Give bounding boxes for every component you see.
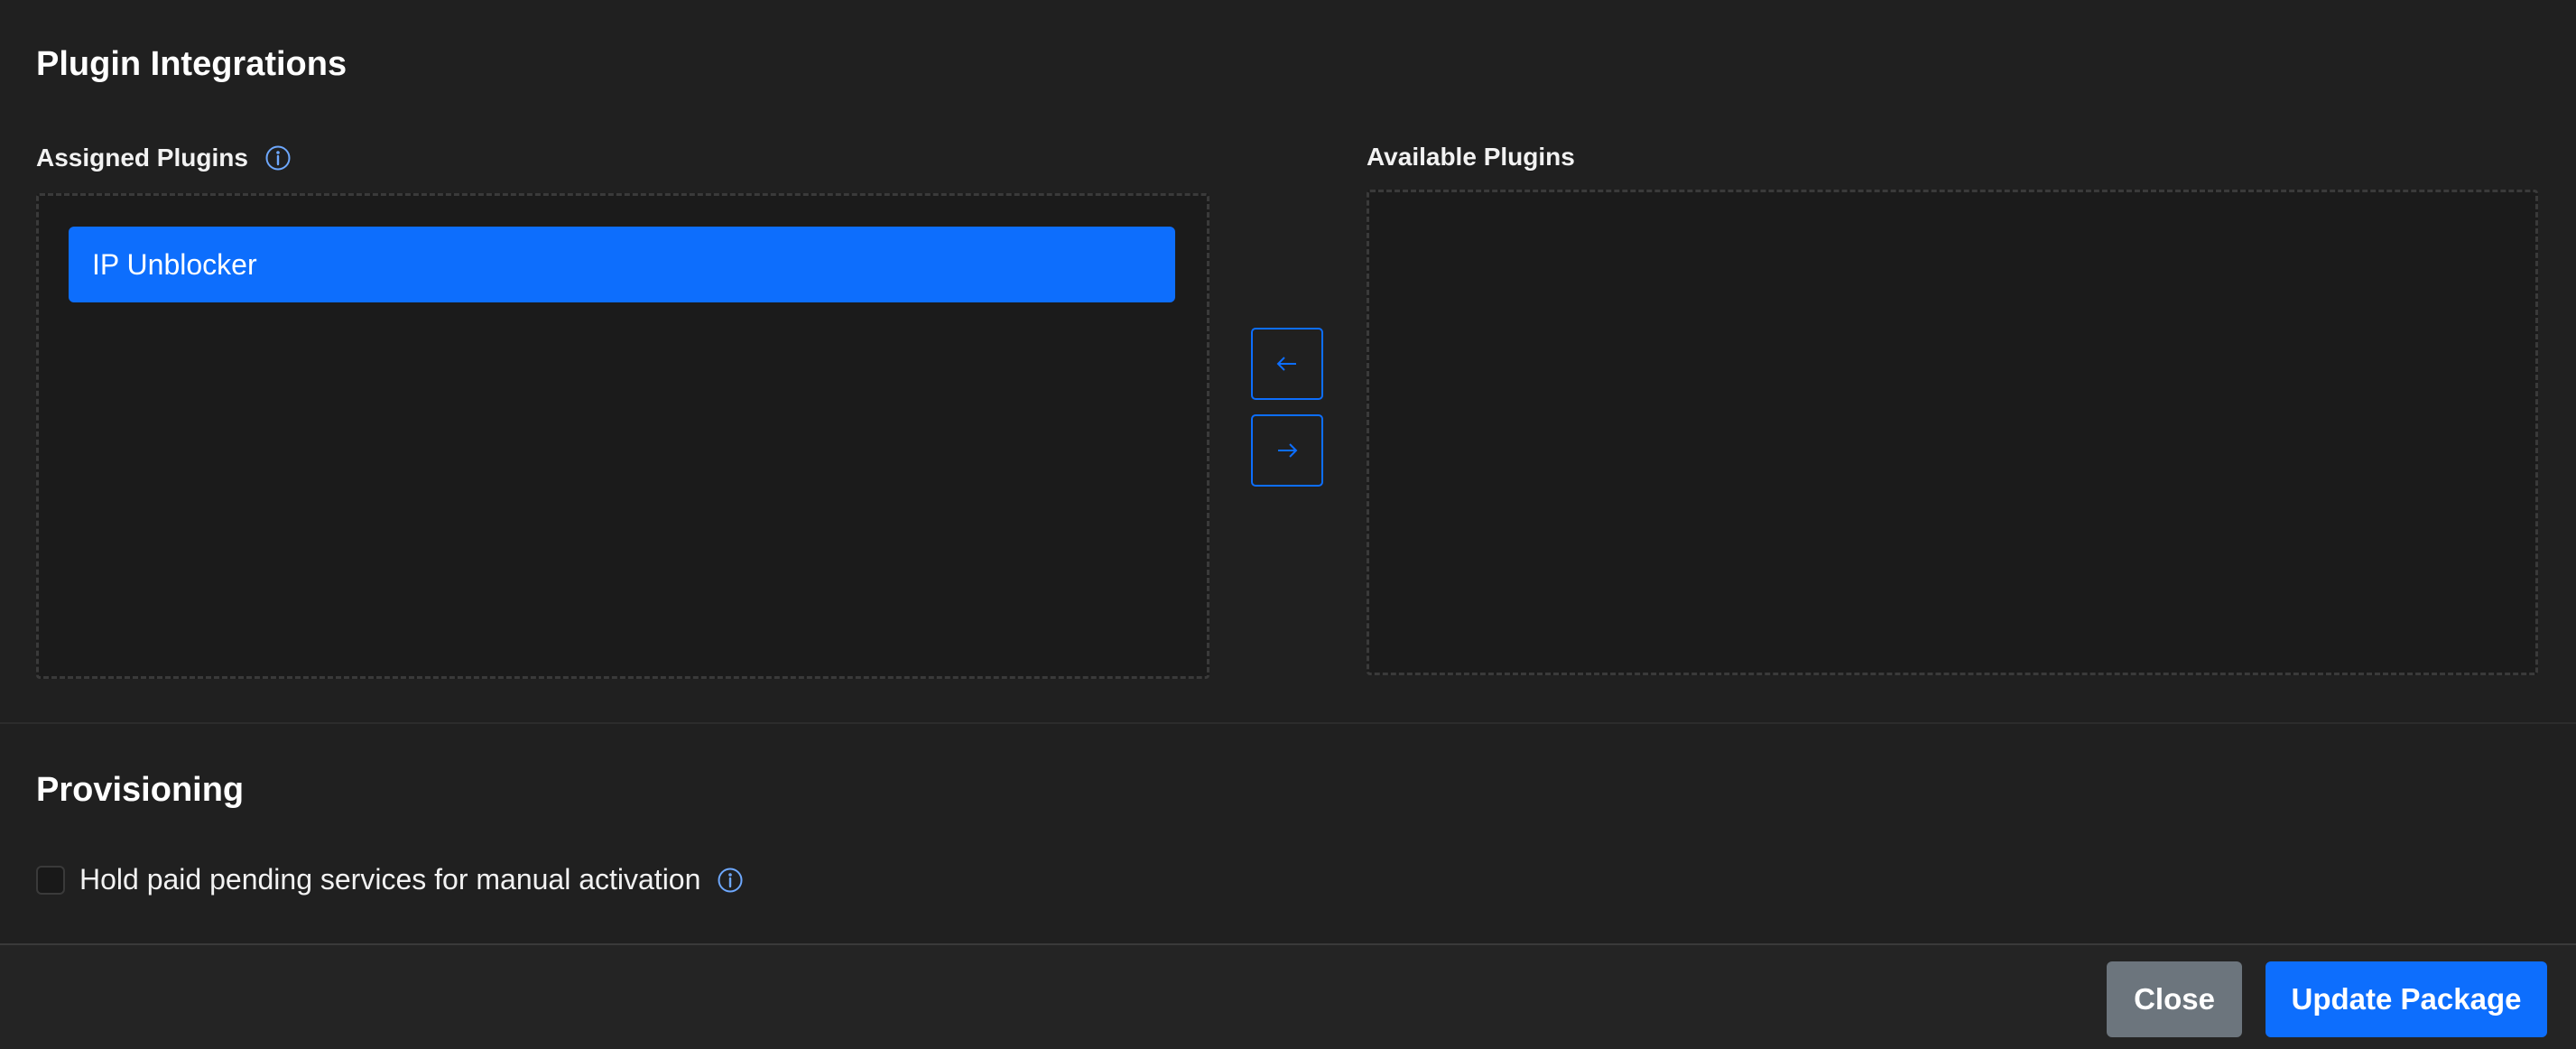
available-plugins-label-row: Available Plugins	[1367, 144, 1575, 170]
modal-footer: Close Update Package	[0, 943, 2576, 1049]
arrow-left-icon	[1274, 351, 1300, 376]
plugin-integrations-section: Plugin Integrations Assigned Plugins Ava…	[0, 0, 2576, 724]
available-plugins-label: Available Plugins	[1367, 143, 1575, 171]
provisioning-title: Provisioning	[36, 771, 245, 809]
package-modal: Plugin Integrations Assigned Plugins Ava…	[0, 0, 2576, 1049]
move-to-available-button[interactable]	[1251, 414, 1323, 487]
info-icon[interactable]	[264, 144, 292, 172]
move-to-assigned-button[interactable]	[1251, 328, 1323, 400]
assigned-plugins-label-row: Assigned Plugins	[36, 144, 292, 172]
hold-pending-checkbox[interactable]	[36, 865, 65, 895]
assigned-plugins-label: Assigned Plugins	[36, 144, 248, 172]
close-button[interactable]: Close	[2107, 961, 2242, 1037]
available-plugins-list[interactable]	[1367, 190, 2538, 675]
assigned-plugins-list[interactable]: IP Unblocker	[36, 193, 1209, 679]
update-package-button[interactable]: Update Package	[2266, 961, 2547, 1037]
hold-pending-label[interactable]: Hold paid pending services for manual ac…	[79, 863, 700, 896]
plugin-integrations-title: Plugin Integrations	[36, 45, 347, 83]
info-icon[interactable]	[717, 867, 744, 894]
hold-pending-row: Hold paid pending services for manual ac…	[36, 863, 744, 896]
assigned-plugin-item[interactable]: IP Unblocker	[69, 227, 1175, 302]
arrow-right-icon	[1274, 438, 1300, 463]
